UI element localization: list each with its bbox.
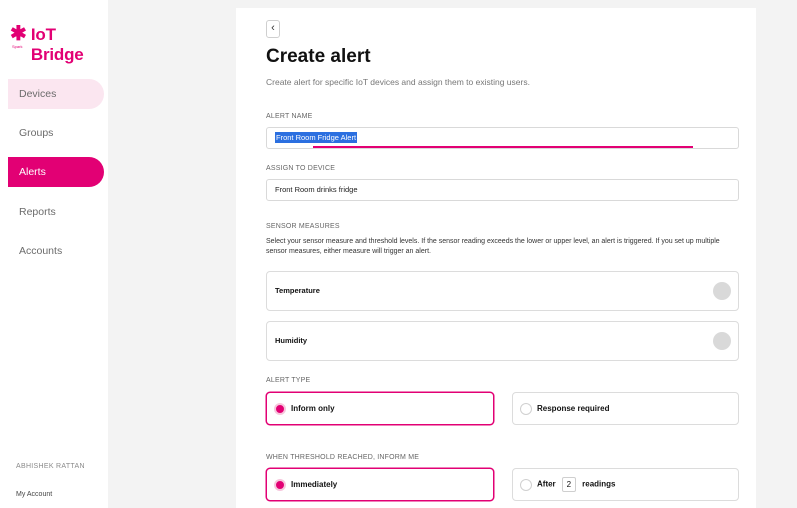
alert-type-response-required[interactable]: Response required xyxy=(512,392,739,425)
alert-type-inform-only[interactable]: Inform only xyxy=(266,392,494,425)
alert-name-label: ALERT NAME xyxy=(266,113,313,120)
brand-logo[interactable]: ✱ IoT Bridge xyxy=(10,23,108,65)
sidebar-item-devices[interactable]: Devices xyxy=(8,79,104,109)
radio-selected-icon xyxy=(274,479,286,491)
sensor-label-humidity: Humidity xyxy=(275,336,308,345)
inform-only-label: Inform only xyxy=(291,404,335,413)
temperature-toggle[interactable] xyxy=(713,282,731,300)
brand-name: IoT Bridge xyxy=(30,25,84,64)
sensor-card-humidity[interactable]: Humidity xyxy=(266,321,739,361)
sensor-measures-label: SENSOR MEASURES xyxy=(266,223,340,230)
my-account-link[interactable]: My Account xyxy=(16,491,52,498)
user-name: ABHISHEK RATTAN xyxy=(16,463,85,470)
sidebar-item-accounts[interactable]: Accounts xyxy=(8,236,104,266)
threshold-immediately[interactable]: Immediately xyxy=(266,468,494,501)
page-title: Create alert xyxy=(266,46,371,67)
humidity-toggle[interactable] xyxy=(713,332,731,350)
after-prefix: After xyxy=(537,479,556,489)
assign-device-input[interactable]: Front Room drinks fridge xyxy=(266,179,739,201)
readings-count-input[interactable]: 2 xyxy=(561,477,576,492)
after-readings-label: After 2 readings xyxy=(537,477,615,492)
assign-device-label: ASSIGN TO DEVICE xyxy=(266,165,336,172)
page-subtitle: Create alert for specific IoT devices an… xyxy=(266,77,530,87)
response-required-label: Response required xyxy=(537,404,610,413)
sensor-label-temperature: Temperature xyxy=(275,286,320,295)
immediately-label: Immediately xyxy=(291,480,338,489)
alert-name-value: Front Room Fridge Alert xyxy=(275,132,358,143)
radio-selected-icon xyxy=(274,403,286,415)
sidebar: ✱ IoT Bridge Spark Devices Groups Alerts… xyxy=(0,0,108,508)
sidebar-item-reports[interactable]: Reports xyxy=(8,197,104,227)
radio-empty-icon xyxy=(520,403,532,415)
assign-device-value: Front Room drinks fridge xyxy=(275,185,358,194)
threshold-after-readings[interactable]: After 2 readings xyxy=(512,468,739,501)
after-suffix: readings xyxy=(582,479,616,489)
threshold-label: WHEN THRESHOLD REACHED, INFORM ME xyxy=(266,454,420,461)
sensor-measures-description: Select your sensor measure and threshold… xyxy=(266,238,720,255)
back-button[interactable]: ‹ xyxy=(266,20,280,38)
sensor-card-temperature[interactable]: Temperature xyxy=(266,271,739,311)
radio-empty-icon xyxy=(520,479,532,491)
alert-type-label: ALERT TYPE xyxy=(266,377,311,384)
sidebar-item-alerts[interactable]: Alerts xyxy=(8,157,104,187)
brand-sub: Spark xyxy=(12,44,23,49)
star-logo-icon: ✱ xyxy=(10,23,27,45)
input-focus-underline xyxy=(313,146,693,148)
sidebar-item-groups[interactable]: Groups xyxy=(8,118,104,148)
